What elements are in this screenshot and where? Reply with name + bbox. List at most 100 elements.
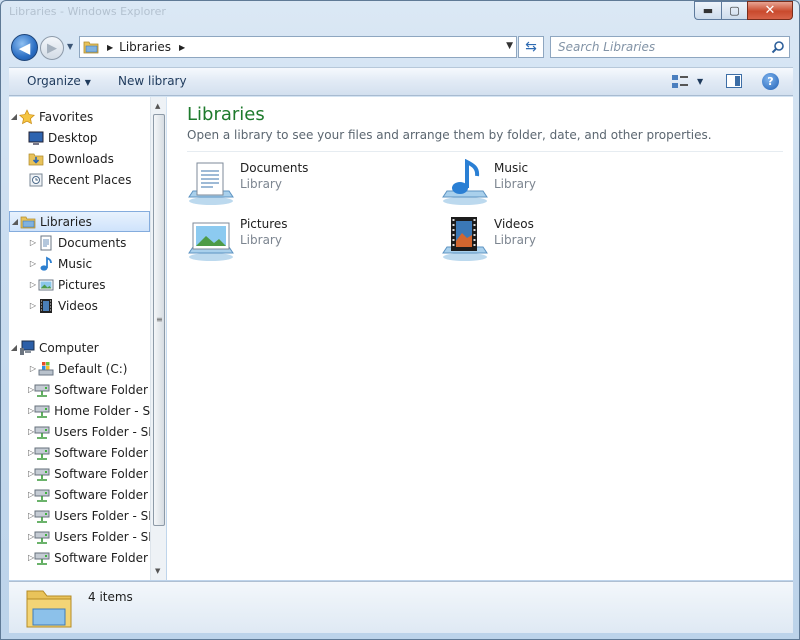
library-tile-documents[interactable]: Documents Library [187, 159, 407, 209]
close-icon: ✕ [764, 3, 776, 18]
nav-item-network-drive[interactable]: ▷ Users Folder - SN [9, 421, 150, 442]
search-icon[interactable] [771, 40, 785, 57]
nav-item-network-drive[interactable]: ▷ Users Folder - SN [9, 505, 150, 526]
address-bar[interactable]: ▶ Libraries ▶ ▼ [79, 36, 517, 58]
expand-arrow-icon[interactable]: ▷ [28, 280, 38, 289]
nav-item-network-drive[interactable]: ▷ Software Folder - SN [9, 463, 150, 484]
window-title: Libraries - Windows Explorer [9, 5, 166, 18]
nav-label: Downloads [48, 151, 114, 166]
search-input[interactable]: Search Libraries [550, 36, 790, 58]
details-pane: 4 items [9, 581, 793, 633]
nav-item-network-drive[interactable]: ▷ Home Folder - SN [9, 400, 150, 421]
downloads-folder-icon [28, 151, 44, 167]
nav-item-documents[interactable]: ▷ Documents [9, 232, 150, 253]
library-tile-pictures[interactable]: Pictures Library [187, 215, 407, 265]
desktop-icon [28, 130, 44, 146]
nav-computer[interactable]: ◢ Computer [9, 337, 150, 358]
command-bar: Organize ▼ New library ▼ ? [9, 67, 793, 96]
nav-label: Recent Places [48, 172, 132, 187]
page-title: Libraries [187, 104, 265, 125]
collapse-arrow-icon[interactable]: ◢ [9, 112, 19, 121]
film-icon [38, 298, 54, 314]
scroll-down-icon[interactable]: ▼ [155, 567, 160, 575]
scroll-up-icon[interactable]: ▲ [155, 102, 160, 110]
expand-arrow-icon[interactable]: ▷ [28, 364, 38, 373]
change-view-button[interactable] [671, 74, 689, 93]
item-count: 4 items [88, 590, 133, 604]
nav-item-drive-c[interactable]: ▷ Default (C:) [9, 358, 150, 379]
network-drive-icon [34, 529, 50, 545]
nav-item-network-drive[interactable]: ▷ Software Folder - SN [9, 484, 150, 505]
music-library-icon [442, 159, 488, 205]
nav-item-network-drive[interactable]: ▷ Software Folder - SN [9, 547, 150, 568]
expand-arrow-icon[interactable]: ▷ [28, 259, 38, 268]
maximize-button[interactable]: ▢ [721, 1, 747, 20]
recent-pages-button[interactable]: ▼ [67, 42, 73, 51]
nav-favorites[interactable]: ◢ Favorites [9, 106, 150, 127]
collapse-arrow-icon[interactable]: ◢ [10, 217, 20, 226]
close-button[interactable]: ✕ [747, 1, 793, 20]
organize-label: Organize [27, 74, 81, 88]
nav-label: Documents [58, 235, 127, 250]
computer-icon [19, 340, 35, 356]
libraries-folder-icon [20, 214, 36, 230]
maximize-icon: ▢ [729, 4, 740, 17]
network-drive-icon [34, 508, 50, 524]
breadcrumb-libraries[interactable]: Libraries [119, 40, 171, 54]
recent-places-icon [28, 172, 44, 188]
nav-label: Default (C:) [58, 361, 128, 376]
nav-label: Home Folder - SN [54, 403, 150, 418]
minimize-button[interactable]: ▬ [694, 1, 721, 20]
refresh-button[interactable]: ⇆ [518, 36, 544, 58]
help-button[interactable]: ? [762, 73, 779, 90]
forward-button[interactable]: ▶ [40, 36, 64, 60]
organize-button[interactable]: Organize ▼ [27, 74, 91, 88]
navigation-pane: ◢ Favorites Desktop Downloads Recent Pla… [9, 97, 166, 580]
refresh-icon: ⇆ [525, 39, 537, 55]
nav-item-videos[interactable]: ▷ Videos [9, 295, 150, 316]
scrollbar-thumb[interactable]: ≡ [153, 114, 165, 526]
libraries-folder-icon [26, 590, 72, 628]
nav-item-network-drive[interactable]: ▷ Users Folder - SN [9, 526, 150, 547]
view-options-icon [672, 75, 688, 88]
nav-label: Software Folder - SN [54, 466, 150, 481]
new-library-button[interactable]: New library [118, 74, 187, 88]
nav-item-network-drive[interactable]: ▷ Software Folder - SN [9, 442, 150, 463]
picture-icon [38, 277, 54, 293]
library-name: Music [494, 161, 529, 175]
library-tile-music[interactable]: Music Library [441, 159, 661, 209]
music-note-icon [38, 256, 54, 272]
forward-arrow-icon: ▶ [47, 40, 57, 56]
library-tile-videos[interactable]: Videos Library [441, 215, 661, 265]
view-dropdown-icon[interactable]: ▼ [697, 77, 703, 86]
nav-label: Software Folder - SN [54, 445, 150, 460]
nav-label: Music [58, 256, 93, 271]
nav-item-desktop[interactable]: Desktop [9, 127, 150, 148]
nav-label: Software Folder - SN [54, 382, 150, 397]
nav-item-recent-places[interactable]: Recent Places [9, 169, 150, 190]
expand-arrow-icon[interactable]: ▷ [28, 238, 38, 247]
nav-item-network-drive[interactable]: ▷ Software Folder - SN [9, 379, 150, 400]
breadcrumb-separator-icon[interactable]: ▶ [107, 43, 113, 52]
breadcrumb-separator-icon[interactable]: ▶ [179, 43, 185, 52]
nav-label: Favorites [39, 109, 94, 124]
nav-scrollbar[interactable]: ▲ ≡ ▼ [150, 97, 166, 580]
library-name: Documents [240, 161, 309, 175]
nav-libraries[interactable]: ◢ Libraries [9, 211, 150, 232]
nav-item-pictures[interactable]: ▷ Pictures [9, 274, 150, 295]
nav-item-downloads[interactable]: Downloads [9, 148, 150, 169]
nav-label: Users Folder - SN [54, 529, 150, 544]
nav-label: Libraries [40, 214, 92, 229]
address-dropdown-icon[interactable]: ▼ [506, 41, 513, 51]
library-type: Library [494, 177, 536, 191]
nav-label: Users Folder - SN [54, 424, 150, 439]
nav-item-music[interactable]: ▷ Music [9, 253, 150, 274]
documents-library-icon [188, 162, 234, 205]
back-button[interactable]: ◀ [11, 34, 38, 61]
libraries-folder-icon [83, 39, 99, 55]
preview-pane-button[interactable] [726, 74, 742, 88]
expand-arrow-icon[interactable]: ▷ [28, 301, 38, 310]
nav-label: Software Folder - SN [54, 487, 150, 502]
caption-buttons: ▬ ▢ ✕ [694, 1, 793, 20]
collapse-arrow-icon[interactable]: ◢ [9, 343, 19, 352]
